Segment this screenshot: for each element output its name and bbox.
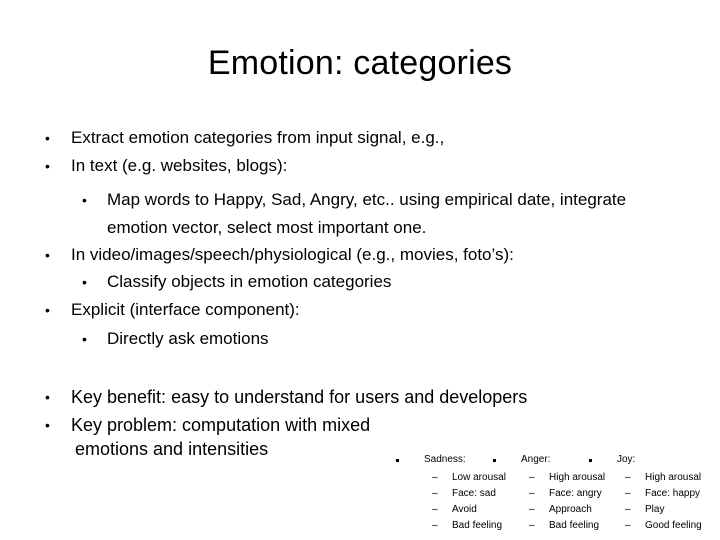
emotion-trait: Avoid [452, 504, 477, 515]
bullet-text: Map words to Happy, Sad, Angry, etc.. us… [107, 190, 627, 209]
bullet-icon: • [82, 274, 87, 290]
emotion-trait: Face: happy [645, 488, 701, 499]
emotion-name: Anger: [521, 454, 551, 465]
bullet-icon: • [45, 247, 50, 263]
dash-icon: – [529, 520, 535, 531]
bullet-text: emotion vector, select most important on… [107, 218, 427, 237]
slide-title: Emotion: categories [207, 44, 513, 82]
emotion-name: Joy: [617, 454, 636, 465]
dash-icon: – [625, 520, 631, 531]
emotion-trait: Bad feeling [549, 520, 600, 531]
bullet-icon: • [45, 302, 50, 318]
dash-icon: – [625, 472, 631, 483]
square-bullet-icon [493, 459, 496, 462]
dash-icon: – [625, 504, 631, 515]
square-bullet-icon [396, 459, 399, 462]
bullet-icon: • [45, 389, 50, 405]
emotion-trait: Face: sad [452, 488, 496, 499]
emotion-trait: Approach [549, 504, 592, 515]
emotion-name: Sadness: [424, 454, 466, 465]
bullet-text: Directly ask emotions [107, 329, 269, 348]
dash-icon: – [432, 520, 438, 531]
bullet-text: Key benefit: easy to understand for user… [71, 387, 528, 407]
bullet-icon: • [45, 158, 50, 174]
bullet-text: Explicit (interface component): [71, 300, 300, 319]
bullet-text: emotions and intensities [75, 439, 269, 459]
emotion-trait: Good feeling [645, 520, 702, 531]
emotion-trait: Play [645, 504, 665, 515]
emotion-trait: High arousal [645, 472, 702, 483]
emotion-trait: Low arousal [452, 472, 506, 483]
square-bullet-icon [589, 459, 592, 462]
bullet-icon: • [82, 192, 87, 208]
bullet-icon: • [82, 331, 87, 347]
emotion-trait: Face: angry [549, 488, 602, 499]
dash-icon: – [529, 504, 535, 515]
bullet-text: Extract emotion categories from input si… [71, 128, 445, 147]
dash-icon: – [432, 472, 438, 483]
bullet-text: Classify objects in emotion categories [107, 272, 392, 291]
bullet-text: In video/images/speech/physiological (e.… [71, 245, 514, 264]
dash-icon: – [529, 488, 535, 499]
dash-icon: – [432, 488, 438, 499]
emotion-trait: High arousal [549, 472, 606, 483]
dash-icon: – [529, 472, 535, 483]
dash-icon: – [625, 488, 631, 499]
bullet-icon: • [45, 130, 50, 146]
bullet-icon: • [45, 417, 50, 433]
dash-icon: – [432, 504, 438, 515]
bullet-text: Key problem: computation with mixed [71, 415, 371, 435]
emotion-trait: Bad feeling [452, 520, 503, 531]
bullet-text: In text (e.g. websites, blogs): [71, 156, 288, 175]
